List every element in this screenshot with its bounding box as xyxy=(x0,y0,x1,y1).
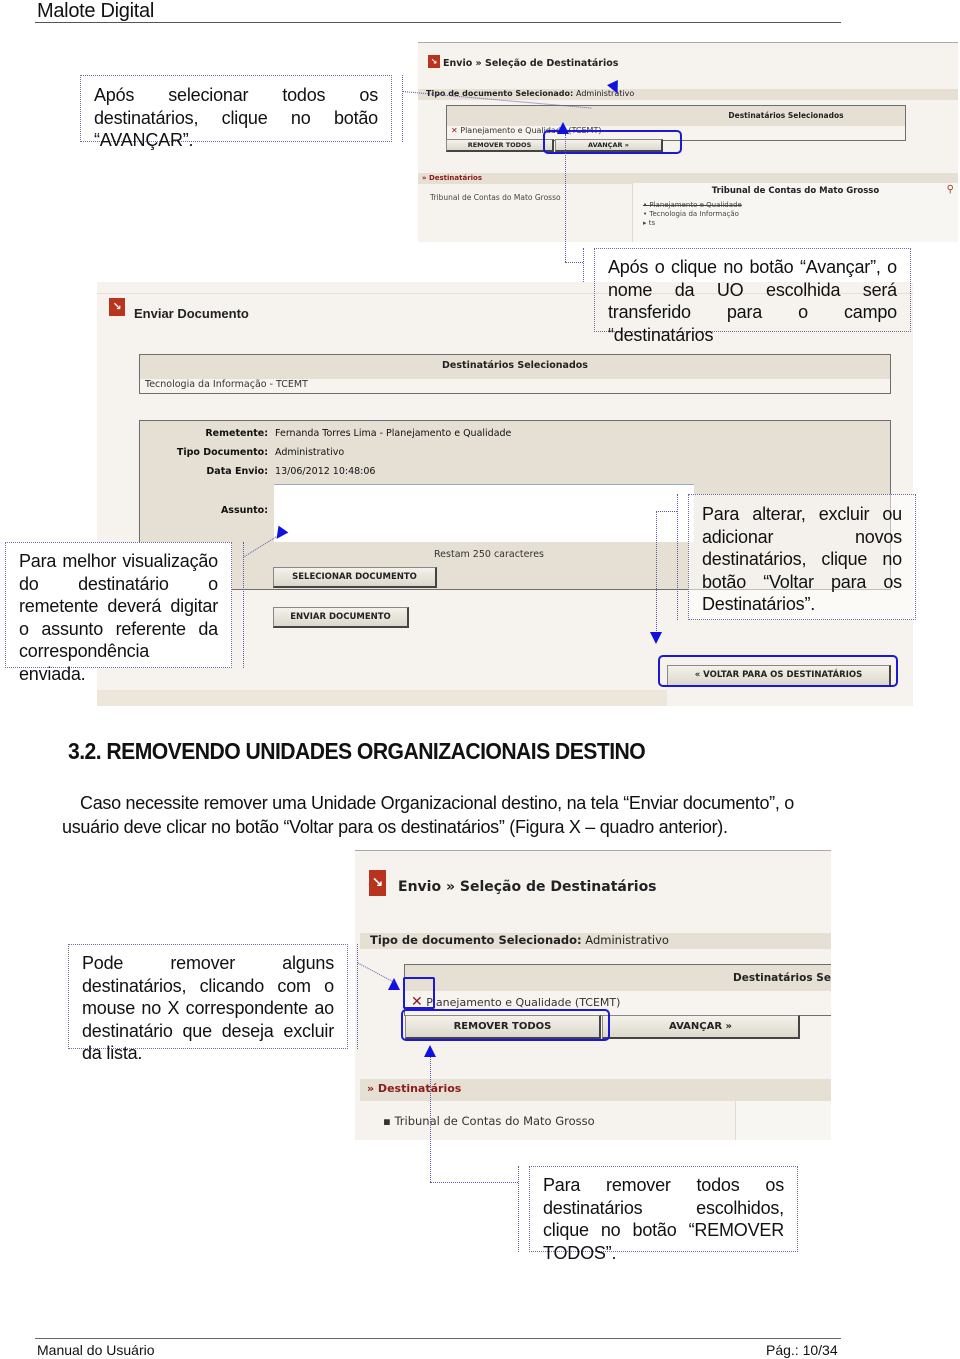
screen-title: Enviar Documento xyxy=(134,306,249,321)
tipo-documento-label: Tipo de documento Selecionado: Administr… xyxy=(370,933,669,947)
selected-recipients-header: Destinatários Selecionados xyxy=(447,106,905,126)
connector-line xyxy=(402,75,403,142)
app-logo-icon: ↘ xyxy=(369,870,386,896)
org-item[interactable]: • Tecnologia da Informação xyxy=(643,210,958,219)
connector-line xyxy=(565,134,566,262)
arrow-to-advance xyxy=(557,122,569,134)
highlight-back-button xyxy=(658,655,898,687)
send-document-button[interactable]: ENVIAR DOCUMENTO xyxy=(273,607,409,628)
page-number: Pág.: 10/34 xyxy=(766,1342,838,1358)
header-rule xyxy=(35,22,841,23)
selected-recipients-header: Destinatários Selecionados xyxy=(140,355,890,379)
char-counter: Restam 250 caracteres xyxy=(434,549,544,560)
app-logo-icon: ↘ xyxy=(428,55,440,68)
selected-recipient-item: Tecnologia da Informação - TCEMT xyxy=(140,379,890,390)
arrow-to-back-button xyxy=(650,632,662,644)
destinatarios-header: » Destinatários xyxy=(367,1082,462,1095)
form-field-remetente: Remetente: Fernanda Torres Lima - Planej… xyxy=(205,428,512,439)
highlight-remove-all-button xyxy=(401,1009,610,1041)
screen-title: Envio » Seleção de Destinatários xyxy=(398,879,657,895)
form-field-data-envio: Data Envio: 13/06/2012 10:48:06 xyxy=(206,466,376,477)
app-logo-icon: ↘ xyxy=(109,298,125,316)
selected-recipients-panel: Destinatários Selecionados Tecnologia da… xyxy=(139,354,891,394)
connector-line xyxy=(357,944,358,1049)
org-title: Tribunal de Contas do Mato Grosso xyxy=(711,186,880,196)
arrow-to-remove-all xyxy=(424,1045,436,1057)
remove-all-button[interactable]: REMOVER TODOS xyxy=(446,139,554,152)
org-item[interactable]: ▸ ts xyxy=(643,219,958,228)
callout-voltar: Para alterar, excluir ou adicionar novos… xyxy=(688,494,916,620)
destinatarios-header: » Destinatários xyxy=(422,174,483,182)
connector-line xyxy=(565,262,583,263)
highlight-x-icon xyxy=(403,977,435,1009)
tree-root-item[interactable]: Tribunal de Contas do Mato Grosso xyxy=(430,193,561,202)
org-tree-panel: Tribunal de Contas do Mato Grosso ⚲ • Pl… xyxy=(632,183,958,242)
section-body: Caso necessite remover uma Unidade Organ… xyxy=(62,793,794,837)
remove-recipient-x-icon[interactable]: ✕ xyxy=(451,126,458,135)
connector-line xyxy=(656,511,677,512)
selected-recipients-header: Destinatários Selecionados xyxy=(405,965,831,991)
org-item[interactable]: • Planejamento e Qualidade xyxy=(643,201,958,210)
org-subitems: • Planejamento e Qualidade • Tecnologia … xyxy=(633,196,958,228)
form-field-tipo-documento: Tipo Documento: Administrativo xyxy=(176,447,345,458)
callout-transferido: Após o clique no botão “Avançar”, o nome… xyxy=(594,248,911,345)
connector-line xyxy=(430,1057,431,1182)
tree-root-item[interactable]: ▪ Tribunal de Contas do Mato Grosso xyxy=(383,1114,595,1128)
section-title: 3.2. REMOVENDO UNIDADES ORGANIZACIONAIS … xyxy=(68,738,646,764)
callout-avancar: Após selecionar todos os destinatários, … xyxy=(80,75,392,150)
assunto-textarea[interactable] xyxy=(274,484,694,542)
screenshot-selecao-destinatarios: ↘ Envio » Seleção de Destinatários Tipo … xyxy=(418,42,958,242)
search-icon[interactable]: ⚲ xyxy=(947,184,954,195)
document-title: Malote Digital xyxy=(37,0,154,22)
screen-title: Envio » Seleção de Destinatários xyxy=(443,58,619,69)
advance-button[interactable]: AVANÇAR » xyxy=(602,1015,800,1039)
connector-line xyxy=(656,511,657,633)
callout-assunto: Para melhor visualização do destinatário… xyxy=(5,542,232,684)
callout-remover-todos: Para remover todos os destinatários esco… xyxy=(529,1166,798,1263)
connector-line xyxy=(677,494,678,620)
connector-line xyxy=(430,1182,518,1183)
select-document-button[interactable]: SELECIONAR DOCUMENTO xyxy=(273,567,437,588)
connector-line xyxy=(518,1166,519,1252)
footer-rule xyxy=(35,1338,841,1339)
footer-left-text: Manual do Usuário xyxy=(37,1342,155,1358)
connector-line xyxy=(243,542,244,668)
assunto-label: Assunto: xyxy=(220,505,268,516)
callout-remover-x: Pode remover alguns destinatários, clica… xyxy=(68,944,348,1063)
